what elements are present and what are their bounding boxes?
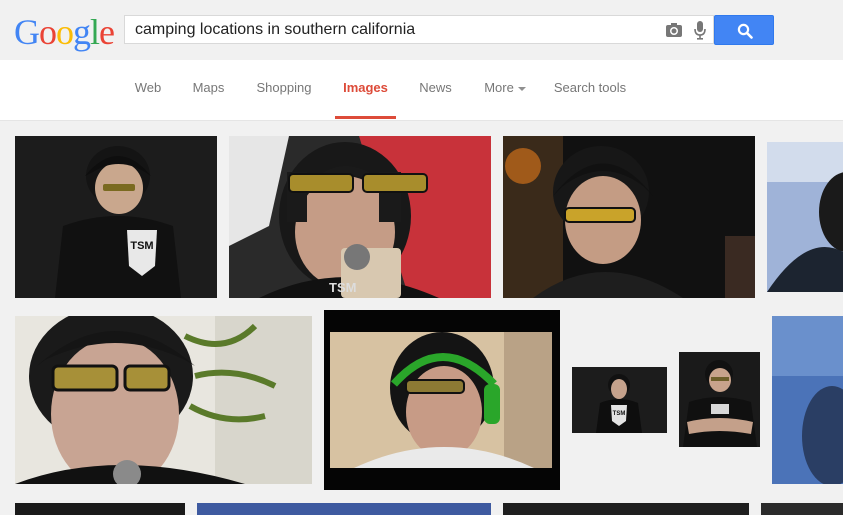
google-logo[interactable]: Google — [14, 12, 115, 52]
tab-search-tools[interactable]: Search tools — [551, 60, 629, 120]
image-result[interactable] — [679, 352, 760, 447]
tab-shopping[interactable]: Shopping — [253, 60, 315, 120]
image-result[interactable] — [15, 503, 185, 515]
tab-maps[interactable]: Maps — [190, 60, 227, 120]
logo-letter: G — [14, 12, 40, 52]
camera-icon[interactable] — [665, 22, 683, 38]
image-caption: TSM — [130, 240, 153, 252]
mic-icon[interactable] — [693, 20, 707, 40]
search-icon — [737, 23, 753, 39]
image-result[interactable]: TSM — [15, 136, 217, 298]
logo-letter: e — [99, 12, 115, 52]
chevron-down-icon — [517, 86, 526, 91]
image-result[interactable]: TSM — [229, 136, 491, 298]
tab-more-label: More — [484, 80, 514, 95]
search-button[interactable] — [714, 15, 774, 45]
image-result[interactable] — [767, 142, 843, 292]
image-result[interactable] — [761, 503, 843, 515]
image-caption: TSM — [329, 280, 356, 295]
header: Google — [0, 0, 843, 61]
image-result[interactable] — [772, 316, 843, 484]
logo-letter: o — [56, 12, 74, 52]
tab-images[interactable]: Images — [335, 60, 396, 120]
tab-more[interactable]: More — [481, 60, 529, 120]
search-input[interactable] — [125, 16, 655, 43]
image-result[interactable]: TSM — [572, 367, 667, 433]
logo-letter: o — [39, 12, 57, 52]
image-result[interactable] — [503, 503, 749, 515]
tab-news[interactable]: News — [417, 60, 454, 120]
image-result[interactable] — [197, 503, 491, 515]
image-result[interactable] — [503, 136, 755, 298]
search-box — [124, 15, 714, 44]
search-nav: Web Maps Shopping Images News More Searc… — [0, 60, 843, 121]
tab-web[interactable]: Web — [131, 60, 165, 120]
logo-letter: g — [73, 12, 91, 52]
image-result[interactable] — [324, 310, 560, 490]
image-result[interactable] — [15, 316, 312, 484]
logo-letter: l — [90, 12, 100, 52]
image-caption: TSM — [613, 411, 626, 417]
